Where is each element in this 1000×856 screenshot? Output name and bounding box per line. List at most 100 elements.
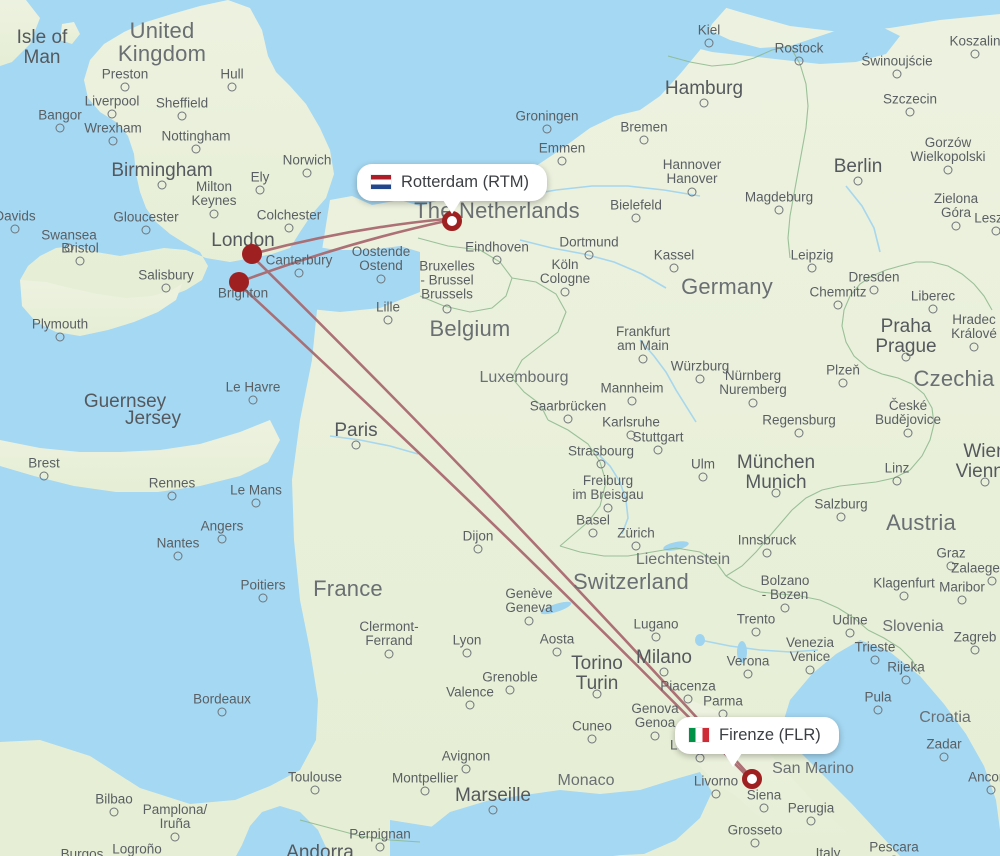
airport-marker[interactable] xyxy=(229,272,249,292)
city-dot-marker xyxy=(55,332,65,342)
city-dot-marker xyxy=(462,648,472,658)
city-dot-marker xyxy=(711,789,721,799)
city-dot-marker xyxy=(631,541,641,551)
city-dot-marker xyxy=(650,731,660,741)
airport-marker[interactable] xyxy=(742,769,762,789)
city-dot-marker xyxy=(748,398,758,408)
city-dot-marker xyxy=(836,512,846,522)
route-line xyxy=(250,217,448,256)
city-dot-marker xyxy=(55,123,65,133)
city-dot-marker xyxy=(258,593,268,603)
route-line xyxy=(239,284,750,779)
city-dot-marker xyxy=(488,805,498,815)
city-dot-marker xyxy=(191,144,201,154)
city-dot-marker xyxy=(970,645,980,655)
airport-marker[interactable] xyxy=(442,211,462,231)
city-dot-marker xyxy=(687,187,697,197)
city-dot-marker xyxy=(780,603,790,613)
city-dot-marker xyxy=(217,534,227,544)
city-dot-marker xyxy=(375,842,385,852)
city-dot-marker xyxy=(853,176,863,186)
city-dot-marker xyxy=(294,268,304,278)
tooltip-pointer xyxy=(724,752,742,767)
city-dot-marker xyxy=(903,428,913,438)
city-dot-marker xyxy=(227,82,237,92)
city-dot-marker xyxy=(108,136,118,146)
city-dot-marker xyxy=(695,374,705,384)
airport-tooltip-firenze[interactable]: Firenze (FLR) xyxy=(675,716,839,767)
city-dot-marker xyxy=(807,263,817,273)
city-dot-marker xyxy=(542,124,552,134)
city-dot-marker xyxy=(383,315,393,325)
netherlands-flag-icon xyxy=(371,175,391,189)
city-dot-marker xyxy=(560,287,570,297)
city-dot-marker xyxy=(699,98,709,108)
city-dot-marker xyxy=(833,300,843,310)
city-dot-marker xyxy=(750,838,760,848)
city-dot-marker xyxy=(351,440,361,450)
city-dot-marker xyxy=(957,595,967,605)
city-dot-marker xyxy=(492,255,502,265)
city-dot-marker xyxy=(524,616,534,626)
city-dot-marker xyxy=(376,274,386,284)
route-map[interactable]: United Kingdom The Netherlands Belgium Germa… xyxy=(0,0,1000,856)
city-dot-marker xyxy=(596,459,606,469)
city-dot-marker xyxy=(838,378,848,388)
city-dot-marker xyxy=(442,304,452,314)
city-dot-marker xyxy=(251,498,261,508)
city-dot-marker xyxy=(217,707,227,717)
city-dot-marker xyxy=(695,753,705,763)
city-dot-marker xyxy=(461,764,471,774)
city-dot-marker xyxy=(310,785,320,795)
italy-flag-icon xyxy=(689,728,709,742)
city-dot-marker xyxy=(177,111,187,121)
city-dot-marker xyxy=(557,156,567,166)
city-dot-marker xyxy=(987,576,997,586)
city-dot-marker xyxy=(107,109,117,119)
city-dot-marker xyxy=(465,700,475,710)
city-dot-marker xyxy=(704,38,714,48)
route-line xyxy=(252,256,751,777)
city-dot-marker xyxy=(869,285,879,295)
city-dot-marker xyxy=(653,445,663,455)
city-dot-marker xyxy=(167,491,177,501)
city-dot-marker xyxy=(626,430,636,440)
airport-tooltip-label: Firenze (FLR) xyxy=(719,725,821,744)
city-dot-marker xyxy=(928,304,938,314)
city-dot-marker xyxy=(905,107,915,117)
city-dot-marker xyxy=(771,488,781,498)
city-dot-marker xyxy=(759,803,769,813)
city-dot-marker xyxy=(873,705,883,715)
city-dot-marker xyxy=(284,223,294,233)
city-dot-marker xyxy=(603,503,613,513)
city-dot-marker xyxy=(592,689,602,699)
airport-tooltip-label: Rotterdam (RTM) xyxy=(401,172,530,191)
city-dot-marker xyxy=(209,209,219,219)
city-dot-marker xyxy=(946,561,956,571)
city-dot-marker xyxy=(631,213,641,223)
airport-marker[interactable] xyxy=(242,244,262,264)
city-dot-marker xyxy=(302,168,312,178)
city-dot-marker xyxy=(157,180,167,190)
flight-routes-layer xyxy=(237,217,751,779)
city-dot-marker xyxy=(584,250,594,260)
city-dot-marker xyxy=(794,56,804,66)
city-dot-marker xyxy=(669,263,679,273)
city-dot-marker xyxy=(991,226,1000,236)
city-dot-marker xyxy=(563,414,573,424)
city-dot-marker xyxy=(588,528,598,538)
city-dot-marker xyxy=(473,544,483,554)
airport-tooltip-rotterdam[interactable]: Rotterdam (RTM) xyxy=(357,163,548,214)
city-dot-marker xyxy=(892,69,902,79)
city-dot-marker xyxy=(64,243,74,253)
city-dot-marker xyxy=(627,396,637,406)
city-dot-marker xyxy=(892,476,902,486)
city-dot-marker xyxy=(805,665,815,675)
city-dot-marker xyxy=(161,283,171,293)
city-dot-marker xyxy=(10,224,20,234)
city-dot-marker xyxy=(120,82,130,92)
city-dot-marker xyxy=(170,832,180,842)
city-dot-marker xyxy=(384,649,394,659)
city-dot-marker xyxy=(806,816,816,826)
city-dot-marker xyxy=(762,548,772,558)
